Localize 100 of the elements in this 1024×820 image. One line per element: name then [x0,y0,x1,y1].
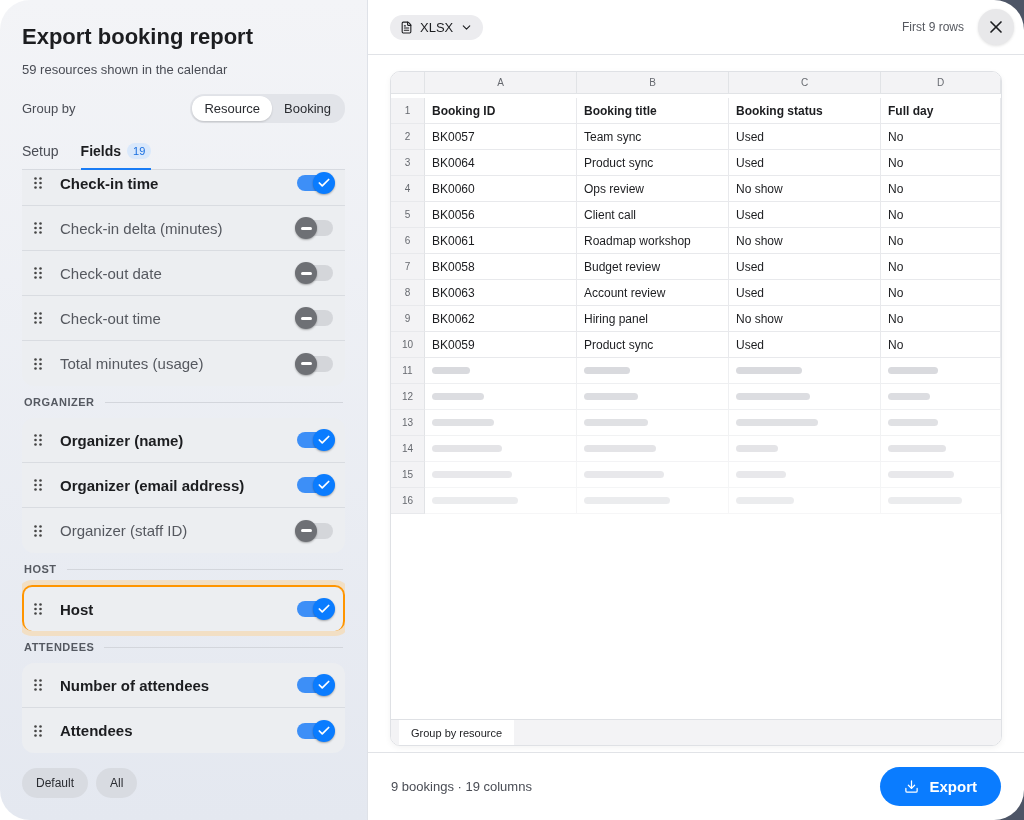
segment-option[interactable]: Resource [192,96,272,121]
tab[interactable]: Setup [22,143,59,170]
field-row[interactable]: Check-in delta (minutes) [22,206,345,251]
toggle-switch[interactable] [297,522,333,539]
table-cell: No show [729,176,881,202]
row-number: 11 [391,358,425,384]
row-number: 14 [391,436,425,462]
toggle-switch[interactable] [297,601,333,617]
field-row[interactable]: Organizer (name) [22,418,345,463]
field-row[interactable]: Check-out date [22,251,345,296]
field-row[interactable]: Total minutes (usage) [22,341,345,386]
loading-placeholder [888,419,938,426]
dialog-title: Export booking report [22,24,254,50]
table-cell: No [881,254,1001,280]
table-cell: Used [729,280,881,306]
preset-button[interactable]: All [96,768,138,798]
row-number: 8 [391,280,425,306]
drag-handle-icon[interactable] [34,357,42,370]
row-number: 1 [391,98,425,124]
table-cell: Used [729,254,881,280]
column-letter: B [577,72,729,94]
row-number: 6 [391,228,425,254]
drag-handle-icon[interactable] [34,724,42,737]
drag-handle-icon[interactable] [34,267,42,279]
preset-button[interactable]: Default [22,768,89,798]
group-by-label: Group by [22,101,76,116]
drag-handle-icon[interactable] [34,679,42,691]
field-label: Organizer (name) [60,431,185,449]
minus-icon [300,529,312,532]
loading-placeholder [888,367,938,374]
section-title: ATTENDEES [24,641,95,653]
drag-handle-icon[interactable] [34,434,42,446]
count-badge: 19 [127,143,152,159]
minus-icon [300,271,312,275]
row-number: 10 [391,332,425,358]
column-letter: C [729,72,881,94]
field-label: Number of attendees [60,676,211,694]
minus-icon [300,226,312,230]
toggle-switch[interactable] [297,175,333,191]
segment-option[interactable]: Booking [272,96,343,121]
field-row[interactable]: Number of attendees [22,663,345,708]
table-cell: Product sync [577,332,729,358]
drag-handle-icon[interactable] [34,479,42,491]
loading-placeholder [584,367,630,374]
toggle-switch[interactable] [297,432,333,448]
header-cell: Booking status [729,98,881,124]
column-letter: A [425,72,577,94]
toggle-switch[interactable] [297,722,333,739]
field-row[interactable]: Attendees [22,708,345,753]
toggle-switch[interactable] [297,355,333,372]
loading-placeholder [736,445,778,452]
table-cell: No [881,228,1001,254]
toggle-switch[interactable] [297,477,333,493]
row-number: 4 [391,176,425,202]
loading-placeholder [432,419,494,426]
loading-placeholder [584,445,656,452]
resource-count: 59 resources shown in the calendar [22,62,229,77]
table-cell: BK0061 [425,228,577,254]
row-number: 16 [391,488,425,514]
table-cell: BK0064 [425,150,577,176]
sheet-tab[interactable]: Group by resource [399,720,515,745]
table-cell: Used [729,124,881,150]
minus-icon [300,316,312,320]
row-number: 12 [391,384,425,410]
drag-handle-icon[interactable] [34,603,42,615]
table-cell: Used [729,202,881,228]
loading-placeholder [432,445,502,452]
field-row[interactable]: Organizer (staff ID) [22,508,345,553]
check-icon [317,433,331,447]
table-cell: No [881,280,1001,306]
drag-handle-icon[interactable] [34,222,42,234]
toggle-switch[interactable] [297,220,333,236]
download-icon [904,779,920,794]
table-cell: No [881,332,1001,358]
field-row[interactable]: Organizer (email address) [22,463,345,508]
table-cell: BK0060 [425,176,577,202]
row-number: 7 [391,254,425,280]
row-number: 15 [391,462,425,488]
toggle-switch[interactable] [297,265,333,281]
check-icon [317,678,331,692]
drag-handle-icon[interactable] [34,177,42,189]
field-label: Check-out date [60,264,163,282]
drag-handle-icon[interactable] [34,312,42,324]
table-cell: No [881,124,1001,150]
field-label: Organizer (staff ID) [60,522,189,539]
field-label: Attendees [60,722,134,739]
toggle-switch[interactable] [297,677,333,693]
table-cell: BK0058 [425,254,577,280]
format-dropdown[interactable]: XLSX [390,14,484,40]
field-row[interactable]: Check-out time [22,296,345,341]
table-cell: Client call [577,202,729,228]
close-button[interactable] [978,9,1014,45]
export-button[interactable]: Export [880,767,1001,806]
table-cell: Account review [577,280,729,306]
table-cell: Used [729,332,881,358]
table-cell: BK0056 [425,202,577,228]
field-row[interactable]: Check-in time [22,170,345,206]
table-cell: BK0059 [425,332,577,358]
toggle-switch[interactable] [297,310,333,326]
drag-handle-icon[interactable] [34,524,42,537]
